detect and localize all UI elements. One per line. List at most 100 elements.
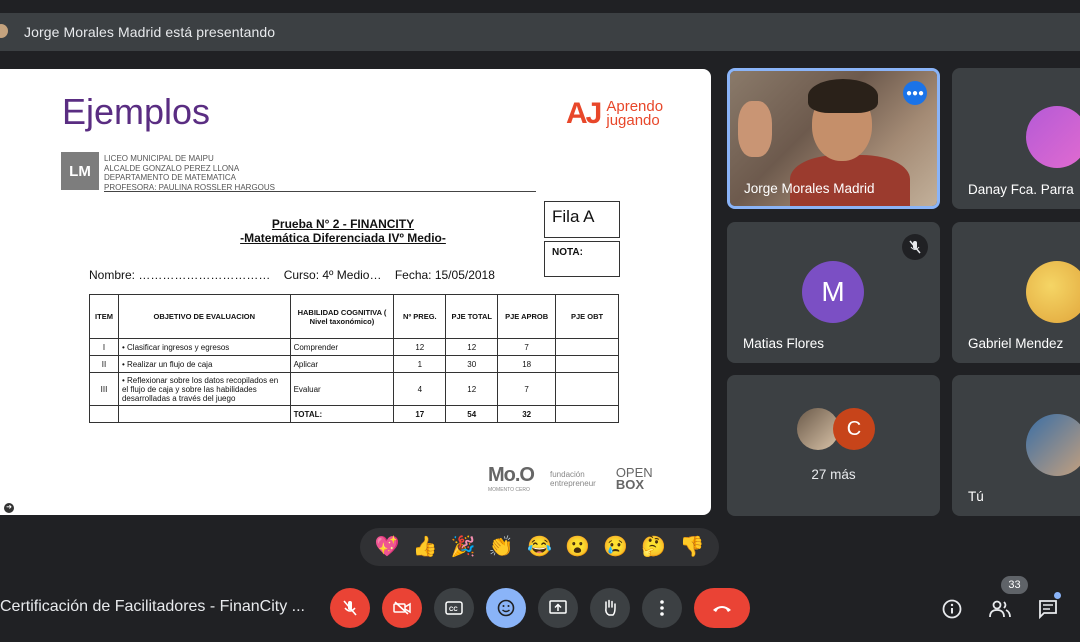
table-header: Nº PREG.	[393, 294, 447, 339]
raise-hand-button[interactable]	[590, 588, 630, 628]
avatar: C	[833, 408, 875, 450]
table-row: II • Realizar un flujo de caja Aplicar 1…	[89, 355, 619, 373]
curso-field: Curso: 4º Medio…	[283, 268, 382, 282]
table-cell: TOTAL:	[289, 405, 395, 423]
exam-title-line-1: Prueba N° 2 - FINANCITY	[271, 217, 415, 231]
school-header: LICEO MUNICIPAL DE MAIPU ALCALDE GONZALO…	[104, 154, 275, 192]
table-cell: 7	[497, 338, 557, 356]
divider	[104, 191, 536, 192]
school-logo: LM	[61, 152, 99, 190]
hand-icon	[605, 599, 616, 616]
avatar	[1026, 414, 1080, 476]
participant-tile-gabriel[interactable]: Gabriel Mendez	[952, 222, 1080, 363]
table-header: ITEM	[89, 294, 119, 339]
table-cell: • Realizar un flujo de caja	[117, 355, 291, 373]
sponsor-logos: Mo.O MOMENTO CERO fundación entrepreneur…	[488, 464, 653, 493]
table-cell: II	[89, 355, 119, 373]
reaction-clap[interactable]: 👏	[489, 537, 514, 557]
table-cell: 18	[497, 355, 557, 373]
video-hair	[808, 79, 878, 113]
participant-name: Gabriel Mendez	[968, 336, 1064, 351]
table-cell	[117, 405, 291, 423]
reaction-party[interactable]: 🎉	[451, 537, 476, 557]
participant-tile-more[interactable]: C 27 más	[727, 375, 940, 516]
more-participants-label: 27 más	[811, 467, 856, 482]
participant-count-badge: 33	[1001, 576, 1028, 594]
captions-button[interactable]: CC	[434, 588, 474, 628]
meeting-details-button[interactable]	[939, 596, 965, 622]
table-cell	[555, 355, 619, 373]
table-cell: 7	[497, 372, 557, 406]
reaction-sad[interactable]: 😢	[603, 537, 628, 557]
people-button[interactable]	[987, 596, 1013, 622]
reaction-laugh[interactable]: 😂	[527, 537, 552, 557]
participant-tile-jorge[interactable]: ●●● Jorge Morales Madrid	[727, 68, 940, 209]
brand-line-2: jugando	[606, 112, 660, 129]
reactions-button[interactable]	[486, 588, 526, 628]
table-cell: • Clasificar ingresos y egresos	[117, 338, 291, 356]
table-cell: I	[89, 338, 119, 356]
chat-notification-dot	[1054, 592, 1061, 599]
table-cell	[89, 405, 119, 423]
chat-icon	[1039, 600, 1057, 619]
participant-name: Matias Flores	[743, 336, 825, 351]
table-cell: 4	[393, 372, 447, 406]
reaction-thumbs-up[interactable]: 👍	[413, 537, 438, 557]
table-cell: 12	[393, 338, 447, 356]
table-cell: III	[89, 372, 119, 406]
table-header: PJE APROB	[497, 294, 557, 339]
table-header: HABILIDAD COGNITIVA ( Nivel taxonómico)	[289, 294, 395, 339]
table-cell: 17	[393, 405, 447, 423]
closed-captions-icon: CC	[445, 601, 463, 615]
present-screen-button[interactable]	[538, 588, 578, 628]
arrow-right-icon[interactable]: ➜	[4, 503, 14, 513]
momento-cero-logo: Mo.O MOMENTO CERO	[488, 464, 535, 493]
svg-text:CC: CC	[449, 607, 458, 613]
participant-name: Danay Fca. Parra	[968, 182, 1074, 197]
fecha-field: Fecha: 15/05/2018	[394, 268, 495, 282]
participant-tile-danay[interactable]: Danay Fca. Parra	[952, 68, 1080, 209]
info-icon	[942, 599, 962, 619]
mic-off-icon	[343, 600, 357, 616]
avatar	[1026, 106, 1080, 168]
aj-mark: AJ	[566, 97, 602, 130]
participant-tile-matias[interactable]: M Matias Flores	[727, 222, 940, 363]
aprendo-jugando-logo: AJ Aprendo jugando	[566, 97, 663, 131]
openbox-logo: OPEN BOX	[615, 464, 653, 492]
table-cell: • Reflexionar sobre los datos recopilado…	[117, 372, 291, 406]
table-row: I • Clasificar ingresos y egresos Compre…	[89, 338, 619, 356]
more-options-button[interactable]	[642, 588, 682, 628]
table-cell: Evaluar	[289, 372, 395, 406]
people-icon	[989, 600, 1011, 618]
reaction-thumbs-down[interactable]: 👎	[679, 537, 704, 557]
exam-title: Prueba N° 2 - FINANCITY -Matemática Dife…	[200, 217, 486, 245]
fila-box: Fila A	[544, 201, 620, 238]
leave-call-button[interactable]	[694, 588, 750, 628]
participant-tile-self[interactable]: Tú	[952, 375, 1080, 516]
speaking-indicator-icon: ●●●	[903, 81, 927, 105]
table-total-row: TOTAL: 17 54 32	[89, 405, 619, 423]
camera-off-icon	[393, 601, 411, 615]
more-vert-icon	[660, 600, 664, 616]
table-cell: 12	[445, 372, 499, 406]
reaction-surprised[interactable]: 😮	[565, 537, 590, 557]
reaction-thinking[interactable]: 🤔	[641, 537, 666, 557]
table-header: PJE OBT	[555, 294, 619, 339]
school-line: ALCALDE GONZALO PEREZ LLONA	[104, 163, 240, 173]
reaction-heart[interactable]: 💖	[375, 537, 400, 557]
chat-button[interactable]	[1035, 596, 1061, 622]
table-header: OBJETIVO DE EVALUACION	[117, 294, 291, 339]
presentation-slide: Ejemplos AJ Aprendo jugando LM LICEO MUN…	[0, 69, 711, 515]
table-row: III • Reflexionar sobre los datos recopi…	[89, 372, 619, 406]
table-cell: 30	[445, 355, 499, 373]
mic-off-icon	[902, 234, 928, 260]
table-header: PJE TOTAL	[445, 294, 499, 339]
school-line: LICEO MUNICIPAL DE MAIPU	[104, 154, 214, 163]
mic-toggle-button[interactable]	[330, 588, 370, 628]
nota-box: NOTA:	[544, 241, 620, 277]
table-cell: 32	[497, 405, 557, 423]
table-cell: 1	[393, 355, 447, 373]
table-cell: Aplicar	[289, 355, 395, 373]
table-cell	[555, 372, 619, 406]
camera-toggle-button[interactable]	[382, 588, 422, 628]
